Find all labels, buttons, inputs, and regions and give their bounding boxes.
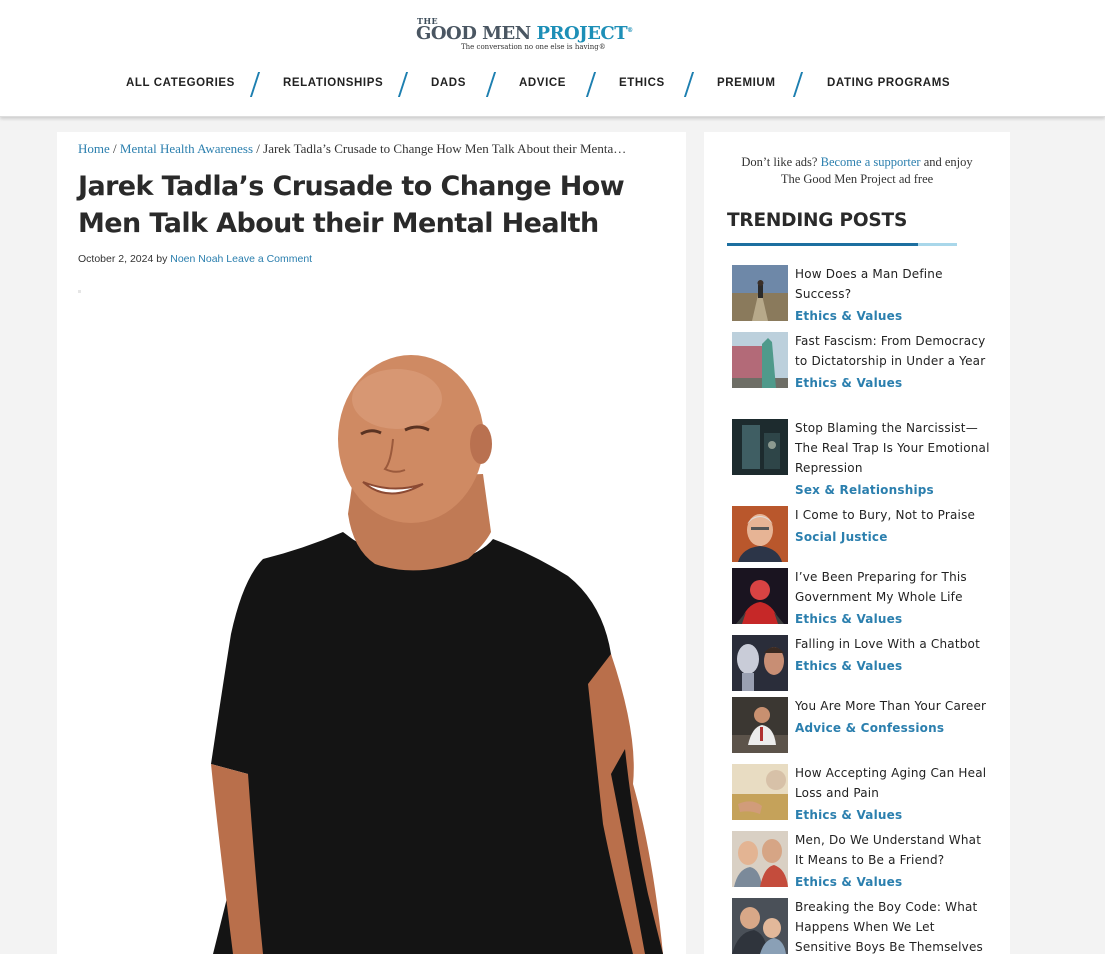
article-meta: October 2, 2024 by Noen Noah Leave a Com… <box>78 253 312 265</box>
boy-hug-icon[interactable] <box>732 898 788 954</box>
nav-relationships[interactable]: RELATIONSHIPS <box>283 77 383 89</box>
site-logo[interactable]: THE GOOD MEN PROJECT® The conversation n… <box>416 16 652 56</box>
ad-free-notice: Don’t like ads? Become a supporter and e… <box>704 154 1010 188</box>
trending-underline <box>727 243 957 246</box>
trending-post-category[interactable]: Sex & Relationships <box>795 480 990 500</box>
breadcrumb-current: Jarek Tadla’s Crusade to Change How Men … <box>263 141 627 156</box>
breadcrumb-separator: / <box>109 141 120 156</box>
ads-suffix: and enjoy <box>923 155 973 169</box>
nav-separator <box>792 70 804 98</box>
trending-post-title[interactable]: How Does a Man Define Success? Ethics & V… <box>795 264 990 326</box>
trending-post-category[interactable]: Ethics & Values <box>795 373 990 393</box>
trending-post-category[interactable]: Social Justice <box>795 527 990 547</box>
sidebar: Don’t like ads? Become a supporter and e… <box>704 132 1010 954</box>
nav-premium[interactable]: PREMIUM <box>717 77 776 89</box>
ads-line2: The Good Men Project ad free <box>780 172 934 186</box>
nav-dating-programs[interactable]: DATING PROGRAMS <box>827 77 950 89</box>
article-column: Home / Mental Health Awareness / Jarek T… <box>57 132 686 954</box>
main-nav: ALL CATEGORIES RELATIONSHIPS DADS ADVICE… <box>0 70 1105 100</box>
doorway-icon[interactable] <box>732 419 788 475</box>
trending-post-category[interactable]: Ethics & Values <box>795 872 990 892</box>
older-man-portrait-icon[interactable] <box>732 506 788 562</box>
nav-separator <box>249 70 261 98</box>
nav-all-categories[interactable]: ALL CATEGORIES <box>126 77 235 89</box>
trending-post-category[interactable]: Ethics & Values <box>795 609 990 629</box>
red-figure-icon[interactable] <box>732 568 788 624</box>
nav-advice[interactable]: ADVICE <box>519 77 566 89</box>
friends-laughing-icon[interactable] <box>732 831 788 887</box>
nav-separator <box>585 70 597 98</box>
breadcrumb-home[interactable]: Home <box>78 141 110 156</box>
nav-ethics[interactable]: ETHICS <box>619 77 665 89</box>
image-placeholder-dot <box>78 290 81 293</box>
aging-hands-icon[interactable] <box>732 764 788 820</box>
article-title: Jarek Tadla’s Crusade to Change How Men … <box>78 171 625 239</box>
hero-portrait-image <box>211 355 663 954</box>
logo-wordmark: GOOD MEN PROJECT® <box>416 23 633 44</box>
logo-tagline: The conversation no one else is having® <box>461 43 606 51</box>
logo-good-men: GOOD MEN <box>416 23 531 44</box>
logo-registered: ® <box>627 27 633 34</box>
trending-post-title[interactable]: Stop Blaming the Narcissist—The Real Tra… <box>795 418 990 500</box>
trending-posts-heading: TRENDING POSTS <box>727 210 908 231</box>
breadcrumb-separator: / <box>253 141 264 156</box>
nav-separator <box>683 70 695 98</box>
trending-post-category[interactable]: Ethics & Values <box>795 306 990 326</box>
trending-post-category[interactable]: Ethics & Values <box>795 656 990 676</box>
trending-post-title[interactable]: Falling in Love With a Chatbot Ethics & V… <box>795 634 990 676</box>
trending-post-title[interactable]: Men, Do We Understand What It Means to B… <box>795 830 990 892</box>
ads-prefix: Don’t like ads? <box>741 155 818 169</box>
nav-dads[interactable]: DADS <box>431 77 466 89</box>
liberty-statue-icon[interactable] <box>732 332 788 388</box>
breadcrumb: Home / Mental Health Awareness / Jarek T… <box>78 141 626 157</box>
office-man-icon[interactable] <box>732 697 788 753</box>
trending-post-title[interactable]: How Accepting Aging Can Heal Loss and Pa… <box>795 763 990 825</box>
leave-comment-link[interactable]: Leave a Comment <box>226 253 312 265</box>
trending-post-title[interactable]: I Come to Bury, Not to Praise Social Just… <box>795 505 990 547</box>
article-date: October 2, 2024 <box>78 253 154 265</box>
man-road-icon[interactable] <box>732 265 788 321</box>
nav-separator <box>485 70 497 98</box>
logo-project: PROJECT <box>536 23 628 44</box>
trending-post-title[interactable]: I’ve Been Preparing for This Government … <box>795 567 990 629</box>
trending-post-category[interactable]: Advice & Confessions <box>795 718 990 738</box>
article-author-link[interactable]: Noen Noah <box>170 253 223 265</box>
site-header: THE GOOD MEN PROJECT® The conversation n… <box>0 0 1105 117</box>
nav-separator <box>397 70 409 98</box>
become-supporter-link[interactable]: Become a supporter <box>821 155 921 169</box>
trending-post-title[interactable]: You Are More Than Your Career Advice & Co… <box>795 696 990 738</box>
robot-face-icon[interactable] <box>732 635 788 691</box>
article-by: by <box>156 253 168 265</box>
breadcrumb-category[interactable]: Mental Health Awareness <box>120 141 253 156</box>
trending-post-category[interactable]: Ethics & Values <box>795 805 990 825</box>
trending-post-title[interactable]: Breaking the Boy Code: What Happens When… <box>795 897 990 954</box>
trending-post-title[interactable]: Fast Fascism: From Democracy to Dictator… <box>795 331 990 393</box>
